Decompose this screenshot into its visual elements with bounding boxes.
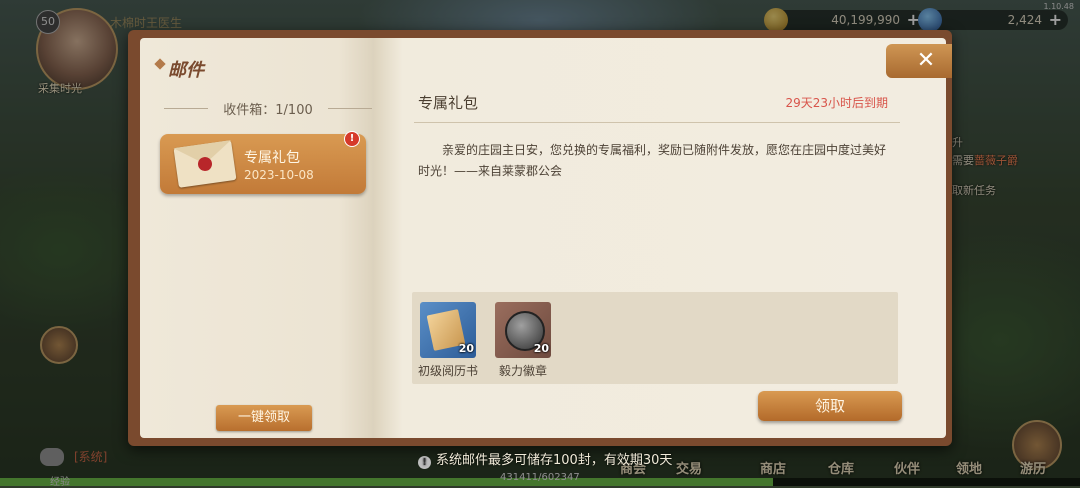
mail-expiry: 29天23小时后到期 — [785, 96, 888, 110]
claim-button[interactable]: 领取 — [758, 391, 902, 421]
attachment-name: 毅力徽章 — [498, 364, 547, 378]
mail-detail-panel: 专属礼包 29天23小时后到期 亲爱的庄园主日安，您兑换的专属福利，奖励已随附件… — [374, 38, 946, 438]
title-diamond-icon — [154, 58, 166, 70]
attachment-count: 20 — [458, 342, 474, 355]
mail-detail-title: 专属礼包 — [418, 94, 479, 112]
mail-notice: ! 系统邮件最多可储存100封，有效期30天 — [418, 449, 672, 469]
attachment-name: 初级阅历书 — [417, 364, 478, 378]
iron-badge-icon: 20 — [495, 302, 551, 358]
attachment-count: 20 — [533, 342, 549, 355]
info-icon: ! — [418, 456, 431, 469]
detail-divider — [414, 122, 900, 123]
close-icon: ✕ — [916, 48, 936, 73]
claim-all-button[interactable]: 一键领取 — [216, 405, 312, 431]
attachments-area: 20 初级阅历书 20 毅力徽章 — [412, 292, 898, 384]
mail-notice-text: 系统邮件最多可储存100封，有效期30天 — [436, 453, 673, 468]
mail-list-item[interactable]: 专属礼包 2023-10-08 — [160, 134, 366, 194]
scroll-book-icon: 20 — [420, 302, 476, 358]
close-button[interactable]: ✕ — [886, 44, 952, 78]
inbox-count: 收件箱：1/100 — [164, 99, 372, 118]
attachment-item[interactable]: 20 毅力徽章 — [495, 302, 551, 386]
sealed-envelope-icon — [173, 140, 237, 188]
mail-item-date: 2023-10-08 — [244, 168, 314, 182]
unread-alert-icon: ! — [344, 131, 360, 147]
mail-item-title: 专属礼包 — [244, 150, 300, 166]
mail-window-title: 邮件 — [168, 60, 204, 81]
mail-body-text: 亲爱的庄园主日安，您兑换的专属福利，奖励已随附件发放，愿您在庄园中度过美好时光！… — [418, 143, 887, 178]
attachment-item[interactable]: 20 初级阅历书 — [418, 302, 478, 386]
mail-window: 邮件 收件箱：1/100 专属礼包 2023-10-08 ! 一键领取 专属礼包… — [128, 30, 952, 446]
mail-list-panel: 邮件 收件箱：1/100 专属礼包 2023-10-08 ! 一键领取 — [140, 38, 374, 438]
